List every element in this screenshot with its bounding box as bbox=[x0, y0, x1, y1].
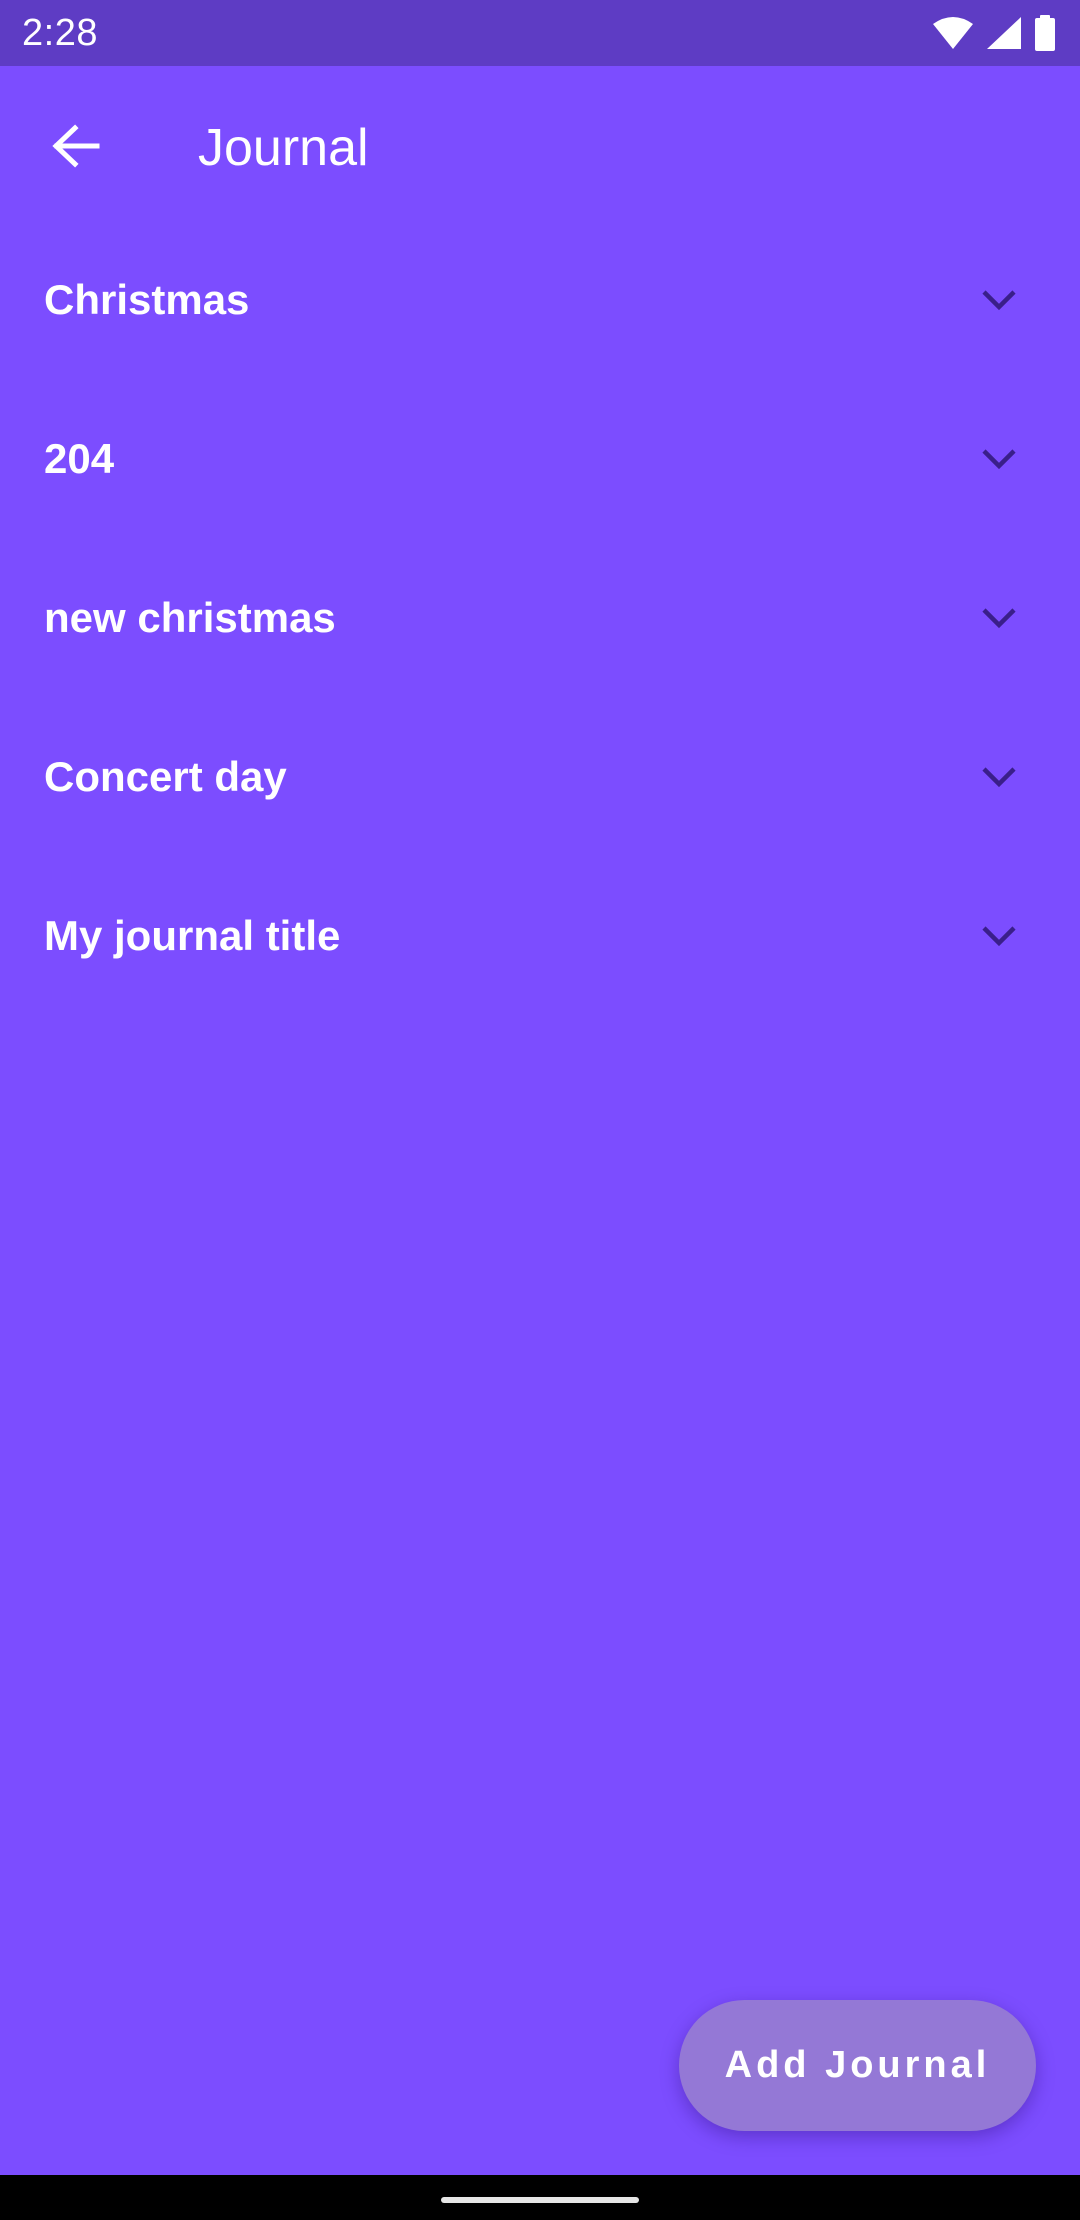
battery-icon bbox=[1034, 15, 1056, 51]
wifi-icon bbox=[932, 16, 974, 50]
navigation-bar bbox=[0, 2175, 1080, 2220]
add-journal-button[interactable]: Add Journal bbox=[679, 2000, 1036, 2131]
status-time: 2:28 bbox=[22, 12, 98, 54]
home-indicator[interactable] bbox=[441, 2197, 639, 2203]
page-title: Journal bbox=[198, 119, 369, 177]
chevron-down-icon[interactable] bbox=[976, 595, 1022, 641]
journal-title: new christmas bbox=[44, 593, 336, 641]
journal-title: My journal title bbox=[44, 911, 341, 959]
chevron-down-icon[interactable] bbox=[976, 913, 1022, 959]
journal-title: Christmas bbox=[44, 275, 250, 323]
arrow-back-icon bbox=[51, 123, 101, 173]
status-icons bbox=[932, 14, 1056, 52]
journal-list: Christmas 204 new christmas Concert day … bbox=[0, 220, 1080, 1015]
status-bar: 2:28 bbox=[0, 0, 1080, 66]
journal-title: Concert day bbox=[44, 752, 287, 800]
add-journal-label: Add Journal bbox=[724, 2044, 991, 2086]
back-button[interactable] bbox=[40, 112, 112, 184]
journal-item-new-christmas[interactable]: new christmas bbox=[0, 538, 1080, 697]
signal-icon bbox=[986, 16, 1022, 50]
chevron-down-icon[interactable] bbox=[976, 277, 1022, 323]
journal-item-my-journal-title[interactable]: My journal title bbox=[0, 856, 1080, 1015]
journal-item-concert-day[interactable]: Concert day bbox=[0, 697, 1080, 856]
app-bar: Journal bbox=[0, 66, 1080, 222]
journal-item-christmas[interactable]: Christmas bbox=[0, 220, 1080, 379]
chevron-down-icon[interactable] bbox=[976, 436, 1022, 482]
journal-item-204[interactable]: 204 bbox=[0, 379, 1080, 538]
chevron-down-icon[interactable] bbox=[976, 754, 1022, 800]
journal-title: 204 bbox=[44, 434, 115, 482]
journal-screen: 2:28 Journal Christmas 204 new christmas… bbox=[0, 0, 1080, 2220]
